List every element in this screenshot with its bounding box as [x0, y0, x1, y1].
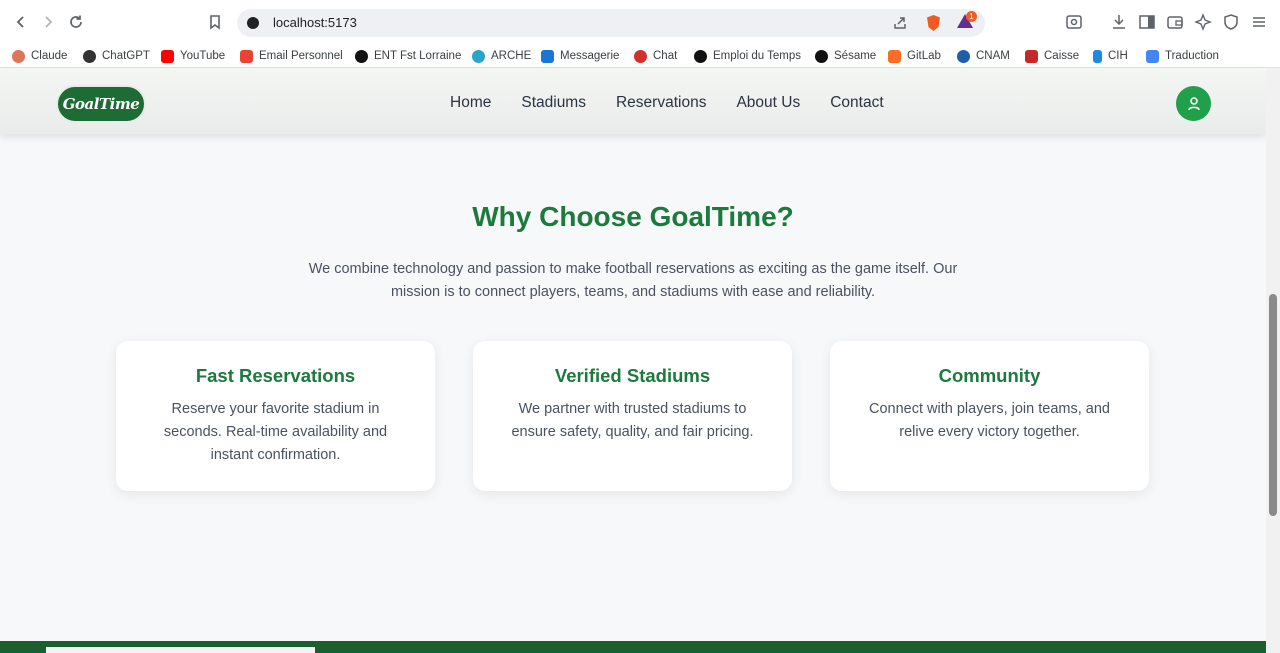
card-title: Verified Stadiums	[554, 365, 711, 386]
vpn-shield-icon[interactable]	[1222, 13, 1240, 31]
bookmark-email[interactable]: Email Personnel	[240, 48, 343, 64]
url-text: localhost:5173	[273, 15, 357, 30]
site-header: GoalTime Home Stadiums Reservations Abou…	[0, 68, 1266, 134]
chat-icon	[634, 49, 647, 63]
bookmark-chat[interactable]: Chat	[634, 48, 677, 64]
address-bar[interactable]: localhost:5173 1	[237, 9, 985, 37]
bookmark-sesame[interactable]: Sésame	[815, 48, 876, 64]
bookmark-claude[interactable]: Claude	[12, 48, 67, 64]
nav-reservations[interactable]: Reservations	[616, 94, 706, 112]
bookmark-traduction[interactable]: Traduction	[1146, 48, 1219, 64]
wallet-icon[interactable]	[1166, 13, 1184, 31]
download-icon[interactable]	[1110, 13, 1128, 31]
gitlab-icon	[888, 49, 901, 63]
share-icon[interactable]	[892, 15, 908, 31]
bookmarks-bar: Claude ChatGPT YouTube Email Personnel E…	[0, 44, 1280, 68]
cnam-icon	[957, 49, 970, 63]
nav-stadiums[interactable]: Stadiums	[521, 94, 586, 112]
rewards-badge: 1	[966, 11, 977, 22]
bookmark-label: Traduction	[1165, 50, 1219, 62]
google-translate-icon	[1146, 49, 1159, 63]
bookmark-cih[interactable]: CIH	[1093, 48, 1128, 64]
card-title: Fast Reservations	[195, 365, 356, 386]
card-title: Community	[938, 365, 1041, 386]
main-nav: Home Stadiums Reservations About Us Cont…	[450, 94, 884, 112]
bookmark-arche[interactable]: ARCHE	[472, 48, 531, 64]
bookmark-label: Chat	[653, 50, 678, 62]
feature-card-community: Community Connect with players, join tea…	[830, 341, 1149, 491]
bookmark-label: Claude	[31, 50, 68, 62]
nav-contact[interactable]: Contact	[830, 94, 883, 112]
sidebar-icon[interactable]	[1138, 13, 1156, 31]
bookmark-label: CNAM	[976, 50, 1010, 62]
section-subtitle: We combine technology and passion to mak…	[308, 261, 958, 300]
bookmark-label: Emploi du Temps	[713, 50, 801, 62]
zimbra-icon	[541, 49, 554, 63]
bookmark-messagerie[interactable]: Messagerie	[541, 48, 619, 64]
reload-button[interactable]	[66, 12, 86, 32]
section-title: Why Choose GoalTime?	[472, 201, 794, 232]
menu-icon[interactable]	[1250, 13, 1268, 31]
bookmark-emploi[interactable]: Emploi du Temps	[694, 48, 801, 64]
back-arrow-icon	[16, 16, 24, 28]
bookmark-icon	[210, 15, 220, 30]
user-account-button[interactable]	[1176, 86, 1211, 121]
page-scrollbar[interactable]	[1266, 68, 1280, 653]
ul-logo-icon	[815, 49, 828, 63]
bookmark-cnam[interactable]: CNAM	[957, 48, 1010, 64]
cih-icon	[1093, 49, 1102, 63]
user-icon	[1187, 96, 1200, 110]
nav-home[interactable]: Home	[450, 94, 491, 112]
bookmark-youtube[interactable]: YouTube	[161, 48, 225, 64]
youtube-icon	[161, 49, 174, 63]
bookmark-label: Caisse	[1044, 50, 1080, 62]
card-text: We partner with trusted stadiums to ensu…	[511, 401, 754, 440]
gmail-icon	[240, 49, 253, 63]
site-info-icon[interactable]	[247, 17, 259, 29]
bookmark-label: Sésame	[834, 50, 877, 62]
bookmark-label: ARCHE	[491, 50, 532, 62]
bookmark-page-button[interactable]	[205, 12, 225, 32]
goaltime-logo[interactable]: GoalTime	[56, 85, 146, 123]
forward-arrow-icon	[45, 16, 53, 28]
nav-about-us[interactable]: About Us	[736, 94, 800, 112]
arche-icon	[472, 49, 485, 63]
footer-image-edge	[46, 647, 315, 653]
card-text: Connect with players, join teams, and re…	[869, 401, 1110, 440]
bookmark-label: ENT Fst Lorraine	[374, 50, 462, 62]
bookmark-label: GitLab	[907, 50, 941, 62]
claude-icon	[12, 49, 25, 63]
reload-icon	[70, 15, 82, 28]
card-text: Reserve your favorite stadium in seconds…	[163, 401, 388, 463]
forward-button[interactable]	[38, 12, 58, 32]
bookmark-chatgpt[interactable]: ChatGPT	[83, 48, 150, 64]
bookmark-ent[interactable]: ENT Fst Lorraine	[355, 48, 461, 64]
bookmark-gitlab[interactable]: GitLab	[888, 48, 941, 64]
back-button[interactable]	[11, 12, 31, 32]
bookmark-label: Email Personnel	[259, 50, 343, 62]
feature-card-fast-reservations: Fast Reservations Reserve your favorite …	[116, 341, 435, 491]
browser-toolbar: localhost:5173 1	[0, 0, 1280, 44]
bookmark-caisse[interactable]: Caisse	[1025, 48, 1079, 64]
brave-rewards-button[interactable]: 1	[955, 11, 977, 32]
brave-shield-icon[interactable]	[925, 14, 942, 32]
chatgpt-icon	[83, 49, 96, 63]
scrollbar-thumb[interactable]	[1269, 294, 1277, 516]
feature-card-verified-stadiums: Verified Stadiums We partner with truste…	[473, 341, 792, 491]
ul-logo-icon	[694, 49, 707, 63]
logo-text: GoalTime	[62, 95, 140, 113]
bookmark-label: CIH	[1108, 50, 1128, 62]
ul-logo-icon	[355, 49, 368, 63]
caisse-icon	[1025, 49, 1038, 63]
bookmark-label: ChatGPT	[102, 50, 150, 62]
bookmark-label: Messagerie	[560, 50, 620, 62]
leo-ai-icon[interactable]	[1194, 13, 1212, 31]
screenshot-icon[interactable]	[1065, 13, 1083, 31]
bookmark-label: YouTube	[180, 50, 226, 62]
